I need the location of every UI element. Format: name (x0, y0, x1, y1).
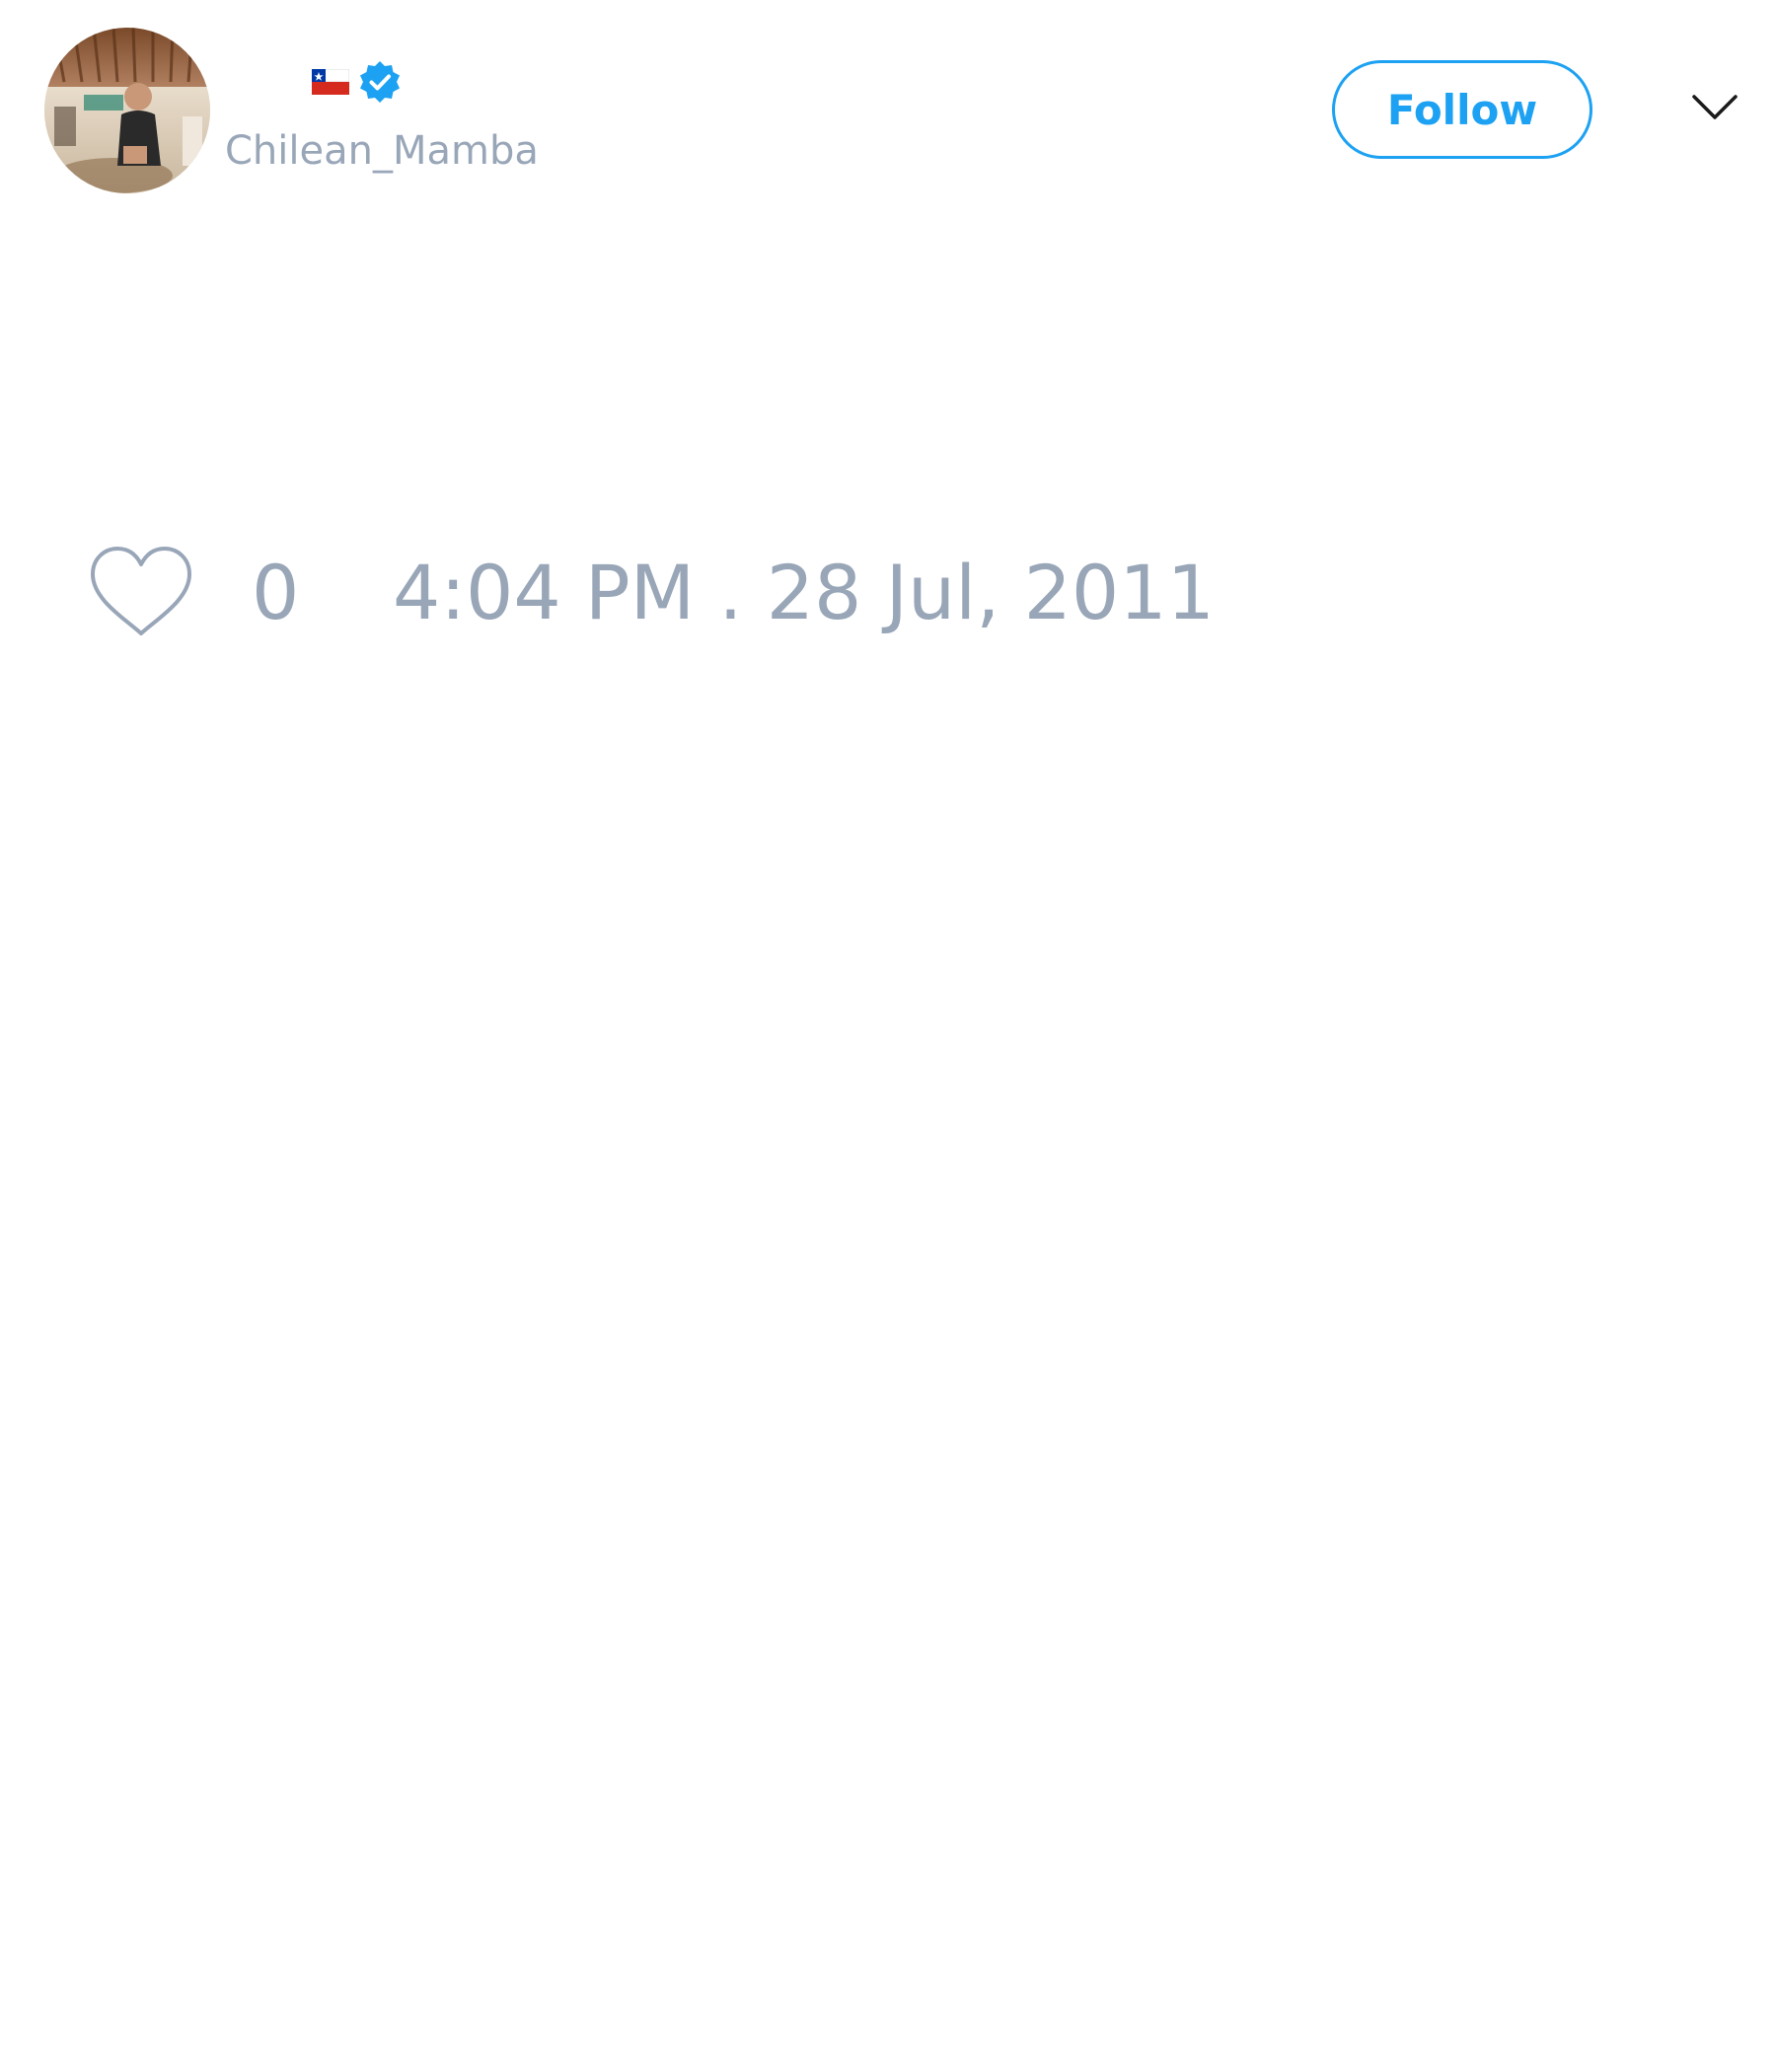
chile-flag-icon (312, 69, 349, 95)
avatar[interactable] (44, 28, 210, 193)
tweet-footer: 0 4:04 PM . 28 Jul, 2011 (0, 533, 1776, 651)
verified-badge-icon (357, 59, 403, 105)
chevron-down-icon[interactable] (1690, 91, 1739, 124)
follow-button[interactable]: Follow (1332, 60, 1592, 159)
heart-icon (91, 547, 191, 635)
tweet-header: Chilean_Mamba Follow (0, 0, 1776, 217)
tweet-timestamp[interactable]: 4:04 PM . 28 Jul, 2011 (393, 551, 1215, 635)
user-handle[interactable]: Chilean_Mamba (225, 124, 539, 178)
display-name-row (312, 57, 403, 107)
like-count: 0 (252, 549, 300, 636)
like-button[interactable] (87, 543, 195, 641)
avatar-photo (44, 28, 210, 193)
